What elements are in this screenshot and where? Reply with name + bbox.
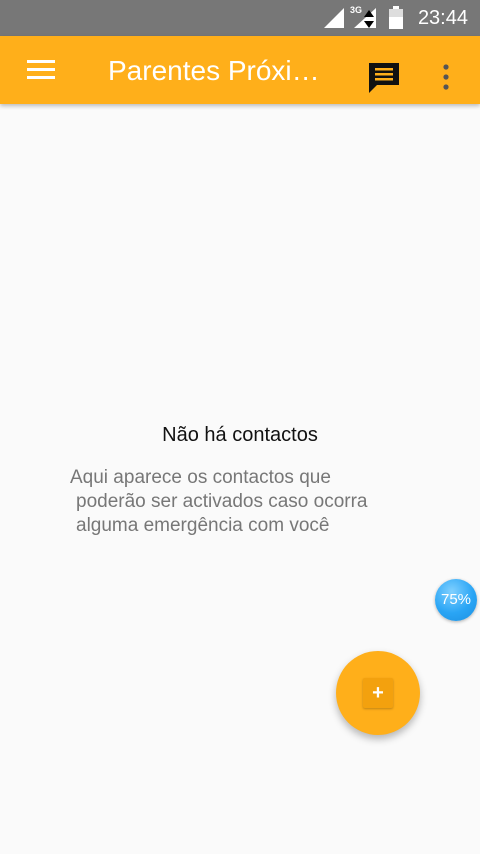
status-bar: 3G 23:44 bbox=[0, 0, 480, 36]
empty-state-title: Não há contactos bbox=[162, 424, 318, 446]
menu-icon[interactable] bbox=[24, 56, 58, 84]
empty-state-line: Aqui aparece os contactos que bbox=[70, 467, 331, 488]
mobile-data-icon bbox=[354, 8, 376, 28]
page-title: Parentes Próximos bbox=[108, 55, 333, 86]
signal-icon bbox=[324, 8, 344, 28]
floating-progress-badge[interactable]: 75% bbox=[435, 579, 477, 621]
empty-state-description: Aqui aparece os contactos que poderão se… bbox=[70, 466, 430, 538]
app-bar: Parentes Próximos bbox=[0, 36, 480, 104]
add-icon: + bbox=[363, 678, 393, 708]
empty-state-line: alguma emergência com você bbox=[76, 515, 330, 536]
more-vert-icon[interactable] bbox=[436, 62, 456, 96]
battery-icon bbox=[389, 6, 403, 29]
status-time: 23:44 bbox=[417, 7, 468, 29]
message-icon[interactable] bbox=[366, 60, 402, 94]
empty-state-line: poderão ser activados caso ocorra bbox=[76, 491, 368, 512]
add-contact-button[interactable]: + bbox=[336, 651, 420, 735]
